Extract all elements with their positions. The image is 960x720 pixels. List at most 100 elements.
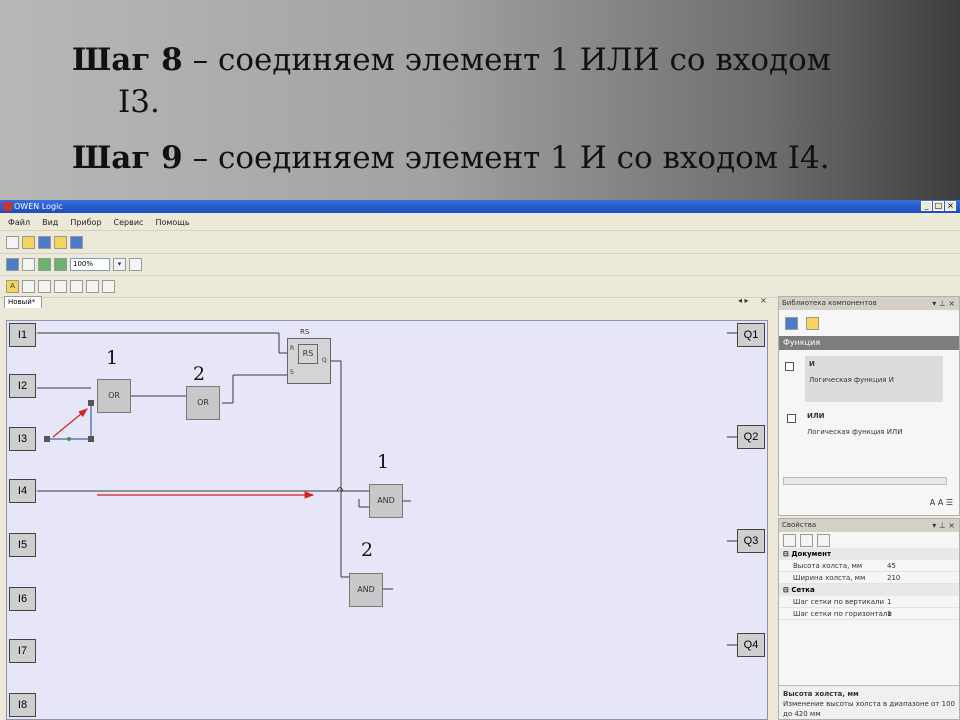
fit-icon[interactable] bbox=[129, 258, 142, 271]
wire-handle-start[interactable] bbox=[44, 436, 50, 442]
output-q3[interactable]: Q3 bbox=[737, 529, 765, 553]
or-block-2[interactable]: OR bbox=[186, 386, 220, 420]
menu-help[interactable]: Помощь bbox=[155, 218, 189, 227]
input-i6[interactable]: I6 bbox=[9, 587, 36, 611]
panel-pin-icon[interactable]: ▾ ⊥ × bbox=[932, 297, 955, 310]
input-i8[interactable]: I8 bbox=[9, 693, 36, 717]
step-8: Шаг 8 – соединяем элемент 1 ИЛИ со входо… bbox=[72, 42, 831, 78]
library-section-label: Функция bbox=[783, 338, 821, 347]
build-icon[interactable] bbox=[54, 236, 67, 249]
rs-input-r: R bbox=[290, 345, 295, 352]
menu-file[interactable]: Файл bbox=[8, 218, 30, 227]
input-i1[interactable]: I1 bbox=[9, 323, 36, 347]
new-file-icon[interactable] bbox=[6, 236, 19, 249]
align-bottom-icon[interactable] bbox=[54, 280, 67, 293]
prop-category-grid[interactable]: ⊟ Сетка bbox=[779, 584, 959, 596]
zoom-in-icon[interactable] bbox=[54, 258, 67, 271]
sort-icon[interactable] bbox=[785, 316, 798, 330]
app-window: OWEN Logic _ □ × Файл Вид Прибор Сервис … bbox=[0, 200, 960, 720]
library-header: Библиотека компонентов ▾ ⊥ × bbox=[779, 297, 959, 310]
open-folder-icon[interactable] bbox=[22, 236, 35, 249]
properties-panel: Свойства ▾ ⊥ × ⊟ Документ Высота холста,… bbox=[778, 518, 960, 720]
prop-category-document[interactable]: ⊟ Документ bbox=[779, 548, 959, 560]
or-function-icon bbox=[787, 414, 796, 423]
menu-bar: Файл Вид Прибор Сервис Помощь bbox=[0, 214, 960, 231]
alphabetical-icon[interactable] bbox=[800, 533, 813, 547]
library-view-icons[interactable]: A A ☰ bbox=[930, 498, 953, 507]
zoom-icon[interactable] bbox=[22, 258, 35, 271]
menu-view[interactable]: Вид bbox=[42, 218, 58, 227]
grid-icon[interactable] bbox=[6, 258, 19, 271]
input-i2[interactable]: I2 bbox=[9, 374, 36, 398]
input-i5[interactable]: I5 bbox=[9, 533, 36, 557]
zoom-select[interactable]: 100% bbox=[70, 258, 110, 271]
prop-grid-v-value[interactable]: 1 bbox=[887, 596, 891, 608]
wire-handle-end[interactable] bbox=[88, 400, 94, 406]
or-block-1[interactable]: OR bbox=[97, 379, 131, 413]
diagram-canvas[interactable]: I1 I2 I3 I4 I5 I6 I7 I8 Q1 Q2 Q3 Q4 OR O… bbox=[6, 320, 768, 720]
step-9: Шаг 9 – соединяем элемент 1 И со входом … bbox=[72, 140, 830, 176]
wire-midpoint-handle[interactable] bbox=[67, 437, 71, 441]
prop-category-document-label: Документ bbox=[791, 550, 832, 558]
tab-scroll-icon[interactable]: ◂ ▸ bbox=[738, 296, 749, 305]
wire-handle-corner[interactable] bbox=[88, 436, 94, 442]
minimize-button[interactable]: _ bbox=[921, 201, 932, 211]
library-item-or-name: ИЛИ bbox=[807, 412, 825, 420]
selected-wire-path bbox=[47, 403, 92, 440]
prop-row-height[interactable]: Высота холста, мм 45 bbox=[779, 560, 959, 572]
and-block-2[interactable]: AND bbox=[349, 573, 383, 607]
align-right-icon[interactable] bbox=[102, 280, 115, 293]
tab-document[interactable]: Новый* bbox=[4, 296, 42, 308]
maximize-button[interactable]: □ bbox=[933, 201, 944, 211]
step-8-label: Шаг 8 bbox=[72, 42, 183, 78]
chevron-down-icon[interactable]: ▾ bbox=[113, 258, 126, 271]
property-pages-icon[interactable] bbox=[817, 533, 830, 547]
library-scrollbar[interactable] bbox=[783, 477, 947, 485]
text-block-icon[interactable]: A bbox=[6, 280, 19, 293]
output-q2[interactable]: Q2 bbox=[737, 425, 765, 449]
prop-row-grid-v[interactable]: Шаг сетки по вертикали 1 bbox=[779, 596, 959, 608]
and-function-icon bbox=[785, 362, 794, 371]
library-item-and-name: И bbox=[809, 360, 815, 368]
menu-device[interactable]: Прибор bbox=[70, 218, 101, 227]
and-block-1[interactable]: AND bbox=[369, 484, 403, 518]
property-description-title: Высота холста, мм bbox=[783, 690, 859, 698]
input-i4[interactable]: I4 bbox=[9, 479, 36, 503]
library-title: Библиотека компонентов bbox=[782, 299, 877, 307]
align-left-icon[interactable] bbox=[70, 280, 83, 293]
library-section-function[interactable]: Функция bbox=[779, 336, 959, 350]
prop-row-grid-h[interactable]: Шаг сетки по горизонтали 1 bbox=[779, 608, 959, 620]
rs-block-title: RS bbox=[300, 328, 310, 336]
library-item-or[interactable]: ИЛИ Логическая функция ИЛИ bbox=[779, 408, 959, 454]
step-9-text: – соединяем элемент 1 И со входом I4. bbox=[182, 140, 830, 176]
properties-toolbar bbox=[779, 532, 959, 548]
filter-icon[interactable] bbox=[806, 316, 819, 330]
rs-trigger-block[interactable]: RS R S Q bbox=[287, 338, 331, 384]
align-top-icon[interactable] bbox=[22, 280, 35, 293]
prop-height-value[interactable]: 45 bbox=[887, 560, 896, 572]
selected-wire-i3-or1[interactable] bbox=[44, 400, 94, 442]
input-i7[interactable]: I7 bbox=[9, 639, 36, 663]
prop-grid-h-value[interactable]: 1 bbox=[887, 608, 891, 620]
save-icon[interactable] bbox=[38, 236, 51, 249]
rs-block-label: RS bbox=[298, 344, 318, 364]
slide-header: Шаг 8 – соединяем элемент 1 ИЛИ со входо… bbox=[0, 0, 960, 200]
align-middle-icon[interactable] bbox=[38, 280, 51, 293]
tab-close-icon[interactable]: × bbox=[760, 296, 767, 305]
monitor-icon[interactable] bbox=[38, 258, 51, 271]
prop-row-width[interactable]: Ширина холста, мм 210 bbox=[779, 572, 959, 584]
app-logo-icon bbox=[3, 202, 12, 211]
input-i3[interactable]: I3 bbox=[9, 427, 36, 451]
categorized-icon[interactable] bbox=[783, 533, 796, 547]
prop-grid-h-label: Шаг сетки по горизонтали bbox=[793, 610, 892, 618]
device-icon[interactable] bbox=[70, 236, 83, 249]
menu-service[interactable]: Сервис bbox=[114, 218, 144, 227]
align-center-icon[interactable] bbox=[86, 280, 99, 293]
prop-width-value[interactable]: 210 bbox=[887, 572, 900, 584]
close-button[interactable]: × bbox=[945, 201, 956, 211]
properties-pin-icon[interactable]: ▾ ⊥ × bbox=[932, 519, 955, 532]
output-q1[interactable]: Q1 bbox=[737, 323, 765, 347]
output-q4[interactable]: Q4 bbox=[737, 633, 765, 657]
library-item-and[interactable]: И Логическая функция И bbox=[785, 356, 943, 402]
wire-crossing-hop bbox=[336, 487, 344, 492]
